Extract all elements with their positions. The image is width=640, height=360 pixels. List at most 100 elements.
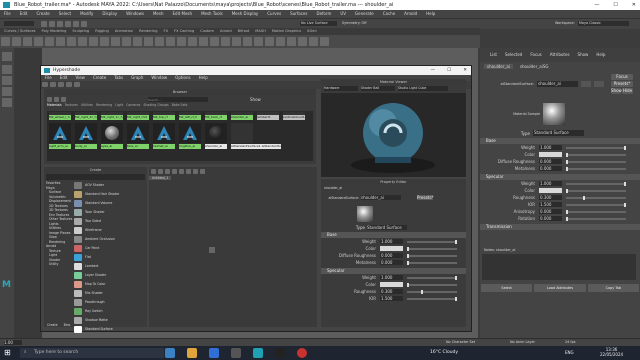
shelf-tab[interactable]: Arnold — [220, 28, 232, 35]
windows-start-icon[interactable]: ⊞ — [4, 349, 12, 357]
attribute-value-field[interactable]: 1.500 — [380, 296, 403, 301]
ae-node-field[interactable]: shoulder_ai — [537, 81, 578, 87]
ae-menu-tab[interactable]: Focus — [530, 52, 541, 58]
shelf-tab[interactable]: Poly Modeling — [42, 28, 67, 35]
ae-node-select-icon[interactable] — [581, 81, 591, 87]
attribute-value-field[interactable] — [380, 246, 403, 251]
shelf-tab[interactable]: FX Caching — [174, 28, 194, 35]
ae-notes-field[interactable] — [482, 254, 636, 280]
create-list-item[interactable]: Toon Shader — [74, 208, 147, 217]
create-list-item[interactable]: Ambient Occlusion — [74, 235, 147, 244]
browser-tab[interactable]: Materials — [47, 103, 62, 109]
shelf-tool-icon[interactable] — [111, 37, 120, 46]
weather-widget[interactable]: 16°C Cloudy — [430, 349, 458, 357]
attribute-value-field[interactable]: 0.300 — [539, 195, 562, 200]
menu-item[interactable]: Arnold — [404, 10, 417, 18]
hide-button[interactable]: Hide — [622, 88, 633, 94]
menu-item[interactable]: Curves — [267, 10, 281, 18]
material-thumbnail[interactable] — [179, 123, 201, 143]
hs-maximize-icon[interactable]: ☐ — [447, 66, 451, 75]
app-taskbar-icon[interactable] — [275, 348, 285, 358]
slider-handle[interactable] — [455, 239, 457, 244]
slider-handle[interactable] — [624, 181, 626, 186]
create-list-item[interactable]: Standard Volume — [74, 199, 147, 208]
shelf-tool-icon[interactable] — [199, 37, 208, 46]
chrome-icon[interactable] — [297, 348, 307, 358]
create-list-item[interactable]: Flat — [74, 253, 147, 262]
menu-item[interactable]: Modify — [80, 10, 93, 18]
attribute-slider[interactable] — [566, 166, 626, 171]
shelf-tool-icon[interactable] — [320, 37, 329, 46]
browser-tab[interactable]: Cameras — [126, 103, 140, 109]
create-list-item[interactable]: Mix Shader — [74, 289, 147, 298]
attribute-slider[interactable] — [566, 188, 626, 193]
pe-presets-button[interactable]: Presets* — [417, 195, 434, 200]
attribute-value-field[interactable]: 1.000 — [539, 145, 562, 150]
browser-tab[interactable]: Textures — [65, 103, 78, 109]
ae-bottom-button[interactable]: Load Attributes — [534, 284, 586, 292]
attribute-slider[interactable] — [407, 253, 457, 258]
slider-handle[interactable] — [624, 145, 626, 150]
maximize-icon[interactable]: ☐ — [613, 0, 617, 10]
menu-item[interactable]: File — [4, 10, 11, 18]
slider-handle[interactable] — [566, 209, 568, 214]
shelf-tab[interactable]: FX — [164, 28, 169, 35]
shelf-tool-icon[interactable] — [34, 37, 43, 46]
material-thumbnail[interactable] — [153, 123, 175, 143]
material-thumbnail[interactable] — [49, 123, 71, 143]
shelf-tool-icon[interactable] — [309, 37, 318, 46]
slider-handle[interactable] — [407, 260, 409, 265]
browser-tab[interactable]: Light — [115, 103, 123, 109]
attribute-slider[interactable] — [566, 159, 626, 164]
attribute-slider[interactable] — [566, 202, 626, 207]
shelf-tool-icon[interactable] — [45, 37, 54, 46]
workarea-tab[interactable]: Untitled_1 — [149, 176, 172, 180]
shelf-tab[interactable]: Rendering — [139, 28, 157, 35]
hs-minimize-icon[interactable]: — — [431, 66, 436, 75]
ae-node-tab[interactable]: shoulder_ai — [484, 64, 513, 69]
shelf-tool-icon[interactable] — [12, 37, 21, 46]
shelf-tab[interactable]: Motion Graphics — [272, 28, 301, 35]
shelf-tool-icon[interactable] — [188, 37, 197, 46]
symmetry-label[interactable]: Symmetry: Off — [342, 21, 367, 26]
slider-handle[interactable] — [566, 188, 568, 193]
language-indicator[interactable]: ENG — [565, 349, 574, 357]
shelf-tab[interactable]: Rigging — [95, 28, 109, 35]
menu-item[interactable]: Generate — [355, 10, 374, 18]
hs-menu-item[interactable]: Tabs — [114, 75, 123, 81]
hs-menu-item[interactable]: Graph — [131, 75, 143, 81]
create-search-input[interactable] — [46, 174, 145, 180]
attribute-slider[interactable] — [566, 152, 626, 157]
create-list-item[interactable]: Wireframe — [74, 226, 147, 235]
browser-tab[interactable]: Rendering — [96, 103, 112, 109]
attribute-slider[interactable] — [566, 216, 626, 221]
attribute-value-field[interactable]: 0.000 — [539, 216, 562, 221]
attribute-value-field[interactable]: 0.000 — [539, 209, 562, 214]
create-list-item[interactable]: Shadow Matte — [74, 316, 147, 325]
shelf-tool-icon[interactable] — [287, 37, 296, 46]
create-list-item[interactable]: Map To Color — [74, 280, 147, 289]
menu-item[interactable]: Edit — [20, 10, 28, 18]
attribute-value-field[interactable]: 1.000 — [539, 181, 562, 186]
ae-menu-tab[interactable]: List — [490, 52, 497, 58]
ae-menu-tab[interactable]: Show — [578, 52, 589, 58]
shelf-tab[interactable]: Sculpting — [72, 28, 89, 35]
menu-item[interactable]: Edit Mesh — [173, 10, 193, 18]
ae-menu-tab[interactable]: Attributes — [550, 52, 570, 58]
attribute-slider[interactable] — [566, 181, 626, 186]
shelf-tool-icon[interactable] — [166, 37, 175, 46]
create-list-item[interactable]: Two Sided — [74, 217, 147, 226]
shelf-tool-icon[interactable] — [144, 37, 153, 46]
taskbar-search-input[interactable]: ⌕ Type here to search — [20, 348, 164, 358]
create-list-item[interactable]: Car Paint — [74, 244, 147, 253]
shelf-tool-icon[interactable] — [100, 37, 109, 46]
viewer-renderer-dropdown[interactable]: Hardware — [324, 86, 358, 91]
slider-handle[interactable] — [566, 216, 568, 221]
slider-handle[interactable] — [455, 275, 457, 280]
hs-close-icon[interactable]: ✕ — [463, 66, 467, 75]
hs-menu-item[interactable]: Help — [199, 75, 208, 81]
menu-item[interactable]: Display — [102, 10, 117, 18]
ae-section-transmission[interactable]: Transmission — [480, 224, 640, 230]
material-preview[interactable] — [321, 93, 466, 177]
shelf-tool-icon[interactable] — [298, 37, 307, 46]
